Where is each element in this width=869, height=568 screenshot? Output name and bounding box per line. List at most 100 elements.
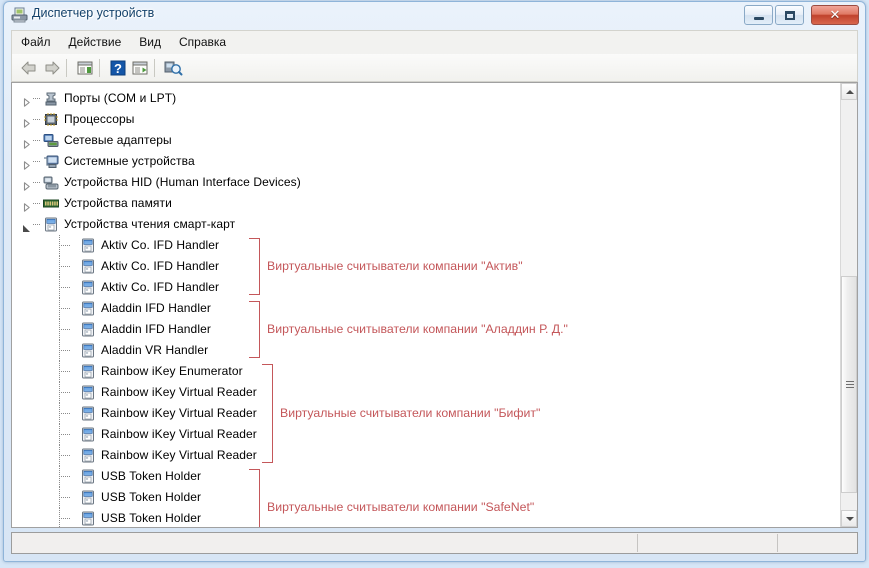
tree-node-category[interactable]: Системные устройства [12,151,840,172]
tree-node-device[interactable]: Rainbow iKey Virtual Reader [12,382,840,403]
update-driver-icon[interactable] [130,58,150,78]
maximize-button[interactable] [775,5,804,25]
smartcard-device-icon [80,469,96,484]
tree-connector-horizontal [59,392,70,393]
close-button[interactable]: ✕ [811,5,859,25]
tree-node-label: Устройства HID (Human Interface Devices) [64,175,301,189]
tree-connector-horizontal [59,329,70,330]
tree-node-category[interactable]: Процессоры [12,109,840,130]
tree-connector [33,203,41,204]
smartcard-device-icon [80,301,96,316]
device-tree[interactable]: Порты (COM и LPT) Процессоры Сетевые ада… [12,83,840,527]
tree-connector-horizontal [59,266,70,267]
tree-connector-horizontal [59,455,70,456]
processor-icon [43,112,59,127]
scroll-down-icon [846,517,854,521]
tree-node-label: Aladdin IFD Handler [101,322,211,336]
scroll-up-icon [846,90,854,94]
system-device-icon [43,154,59,169]
vertical-scrollbar[interactable] [840,83,857,527]
twisty-collapsed-icon[interactable] [22,136,31,145]
tree-node-label: Aladdin VR Handler [101,343,208,357]
minimize-icon [745,6,772,24]
network-adapter-icon [43,133,59,148]
annotation-aktiv: Виртуальные считыватели компании "Актив" [267,259,523,273]
title-bar[interactable]: Диспетчер устройств ✕ [4,2,865,29]
tree-connector-horizontal [59,308,70,309]
annotation-aladdin: Виртуальные считыватели компании "Аладди… [267,322,568,336]
device-manager-icon [11,7,28,23]
tree-connector-horizontal [59,287,70,288]
twisty-expanded-icon[interactable] [22,220,31,229]
twisty-collapsed-icon[interactable] [22,178,31,187]
scroll-thumb[interactable] [841,276,857,493]
tree-node-device[interactable]: Aktiv Co. IFD Handler [12,235,840,256]
twisty-collapsed-icon[interactable] [22,94,31,103]
annotation-bracket [249,301,260,358]
help-icon[interactable]: ? [108,58,128,78]
menu-file[interactable]: Файл [12,31,60,51]
tree-connector-horizontal [59,497,70,498]
svg-text:?: ? [114,61,122,76]
tree-node-category[interactable]: Устройства чтения смарт-карт [12,214,840,235]
tree-connector [33,98,41,99]
menu-help[interactable]: Справка [170,31,235,51]
menu-view[interactable]: Вид [130,31,170,51]
tree-node-device[interactable]: Rainbow iKey Virtual Reader [12,445,840,466]
smartcard-device-icon [80,385,96,400]
hid-device-icon [43,175,59,190]
properties-icon[interactable] [75,58,95,78]
scroll-down-arrow[interactable] [841,510,857,527]
tree-node-category[interactable]: Порты (COM и LPT) [12,88,840,109]
tree-node-label: Aktiv Co. IFD Handler [101,238,219,252]
tree-node-device[interactable]: Rainbow iKey Virtual Reader [12,424,840,445]
smartcard-device-icon [80,427,96,442]
tree-connector [33,161,41,162]
menu-bar: Файл Действие Вид Справка [11,30,858,54]
close-icon: ✕ [812,6,858,24]
tree-connector-horizontal [59,245,70,246]
tree-node-category[interactable]: Сетевые адаптеры [12,130,840,151]
tree-connector-horizontal [59,413,70,414]
tree-node-label: Устройства памяти [64,196,172,210]
tree-node-device[interactable]: Rainbow iKey Enumerator [12,361,840,382]
tree-connector [33,140,41,141]
memory-device-icon [43,196,59,211]
tree-node-label: Сетевые адаптеры [64,133,172,147]
tree-node-label: Rainbow iKey Virtual Reader [101,385,257,399]
tree-connector [33,224,41,225]
tree-node-label: Устройства чтения смарт-карт [64,217,235,231]
window-title: Диспетчер устройств [32,6,154,20]
smartcard-device-icon [80,511,96,526]
menu-action[interactable]: Действие [60,31,131,51]
scroll-thumb-grip [846,381,854,389]
scroll-up-arrow[interactable] [841,83,857,100]
smartcard-device-icon [80,406,96,421]
twisty-collapsed-icon[interactable] [22,115,31,124]
tree-node-device[interactable]: Aladdin VR Handler [12,340,840,361]
smartcard-device-icon [80,364,96,379]
device-tree-panel: Порты (COM и LPT) Процессоры Сетевые ада… [11,82,858,528]
tree-node-category[interactable]: Устройства HID (Human Interface Devices) [12,172,840,193]
forward-icon[interactable] [42,58,62,78]
smartcard-device-icon [80,490,96,505]
back-icon[interactable] [19,58,39,78]
twisty-collapsed-icon[interactable] [22,199,31,208]
tree-connector-horizontal [59,371,70,372]
toolbar-separator [66,59,67,77]
tree-node-label: Системные устройства [64,154,195,168]
annotation-bracket [262,364,273,463]
tree-node-label: Rainbow iKey Virtual Reader [101,406,257,420]
tree-node-category[interactable]: Устройства памяти [12,193,840,214]
tree-node-device[interactable]: Aktiv Co. IFD Handler [12,277,840,298]
smartcard-reader-icon [43,217,59,232]
minimize-button[interactable] [744,5,773,25]
status-bar [11,532,858,554]
twisty-collapsed-icon[interactable] [22,157,31,166]
tree-node-label: USB Token Holder [101,469,201,483]
scan-hardware-changes-icon[interactable] [163,58,183,78]
tree-node-device[interactable]: USB Token Holder [12,466,840,487]
smartcard-device-icon [80,343,96,358]
tree-node-device[interactable]: Aladdin IFD Handler [12,298,840,319]
annotation-bracket [249,238,260,295]
